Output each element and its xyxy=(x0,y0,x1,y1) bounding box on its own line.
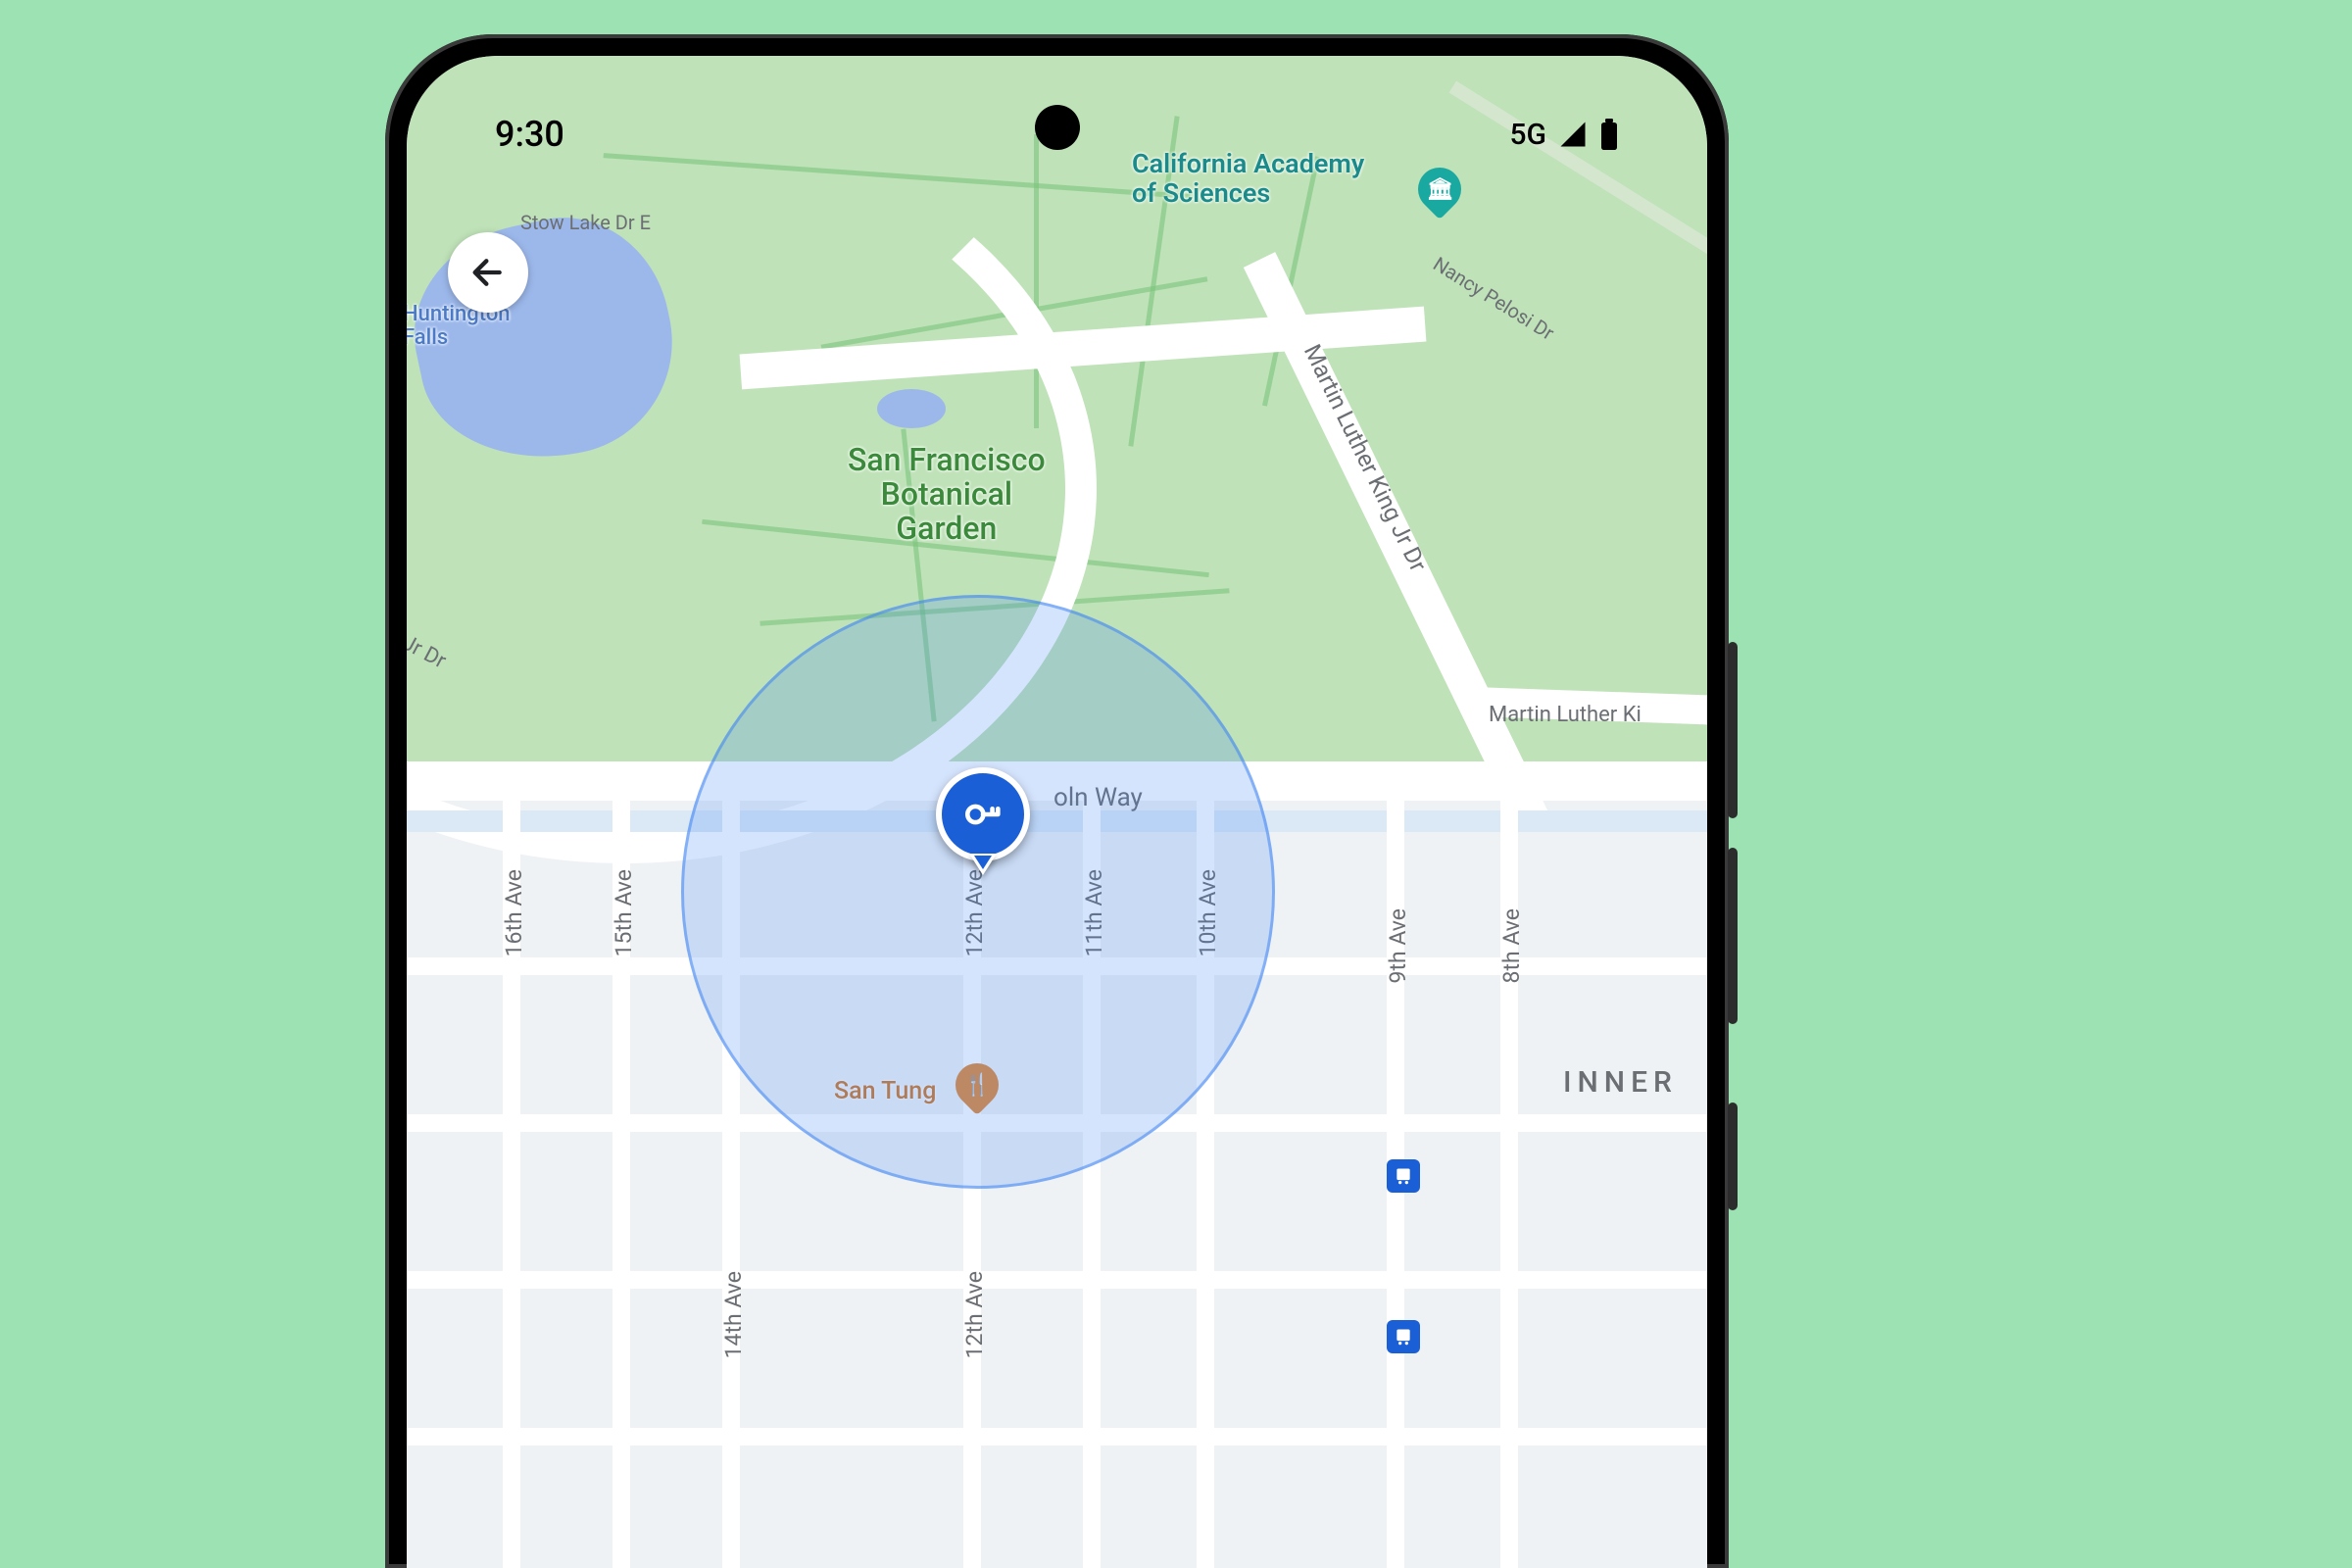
key-icon xyxy=(960,792,1005,837)
ave14-label: 14th Ave xyxy=(720,1271,747,1358)
volume-down-button[interactable] xyxy=(1728,848,1738,1024)
bus-icon xyxy=(1394,1327,1413,1347)
ave12b-label: 12th Ave xyxy=(961,1271,988,1358)
transit-stop-2[interactable] xyxy=(1387,1320,1420,1353)
cross-3 xyxy=(407,1271,1707,1289)
ave9-label: 9th Ave xyxy=(1385,908,1411,983)
back-button[interactable] xyxy=(448,232,528,313)
phone-frame: San Francisco Botanical Garden Californi… xyxy=(385,34,1729,1568)
park-label: San Francisco Botanical Garden xyxy=(848,443,1046,547)
status-time: 9:30 xyxy=(495,114,564,155)
battery-icon xyxy=(1599,119,1619,150)
network-label: 5G xyxy=(1510,118,1547,152)
stow-lake-label: Stow Lake Dr E xyxy=(520,211,651,234)
power-button[interactable] xyxy=(1728,1102,1738,1210)
ave15-label: 15th Ave xyxy=(611,869,637,956)
volume-up-button[interactable] xyxy=(1728,642,1738,818)
cross-4 xyxy=(407,1428,1707,1446)
ave16-label: 16th Ave xyxy=(501,869,527,956)
mlk-edge-label: Martin Luther Ki xyxy=(1489,703,1642,727)
front-camera xyxy=(1035,105,1080,150)
signal-icon xyxy=(1556,120,1590,149)
location-accuracy-circle xyxy=(681,595,1275,1189)
stage: San Francisco Botanical Garden Californi… xyxy=(0,0,2352,1568)
bus-icon xyxy=(1394,1166,1413,1186)
ave8-label: 8th Ave xyxy=(1498,908,1525,983)
ave-8 xyxy=(1500,761,1518,1568)
arrow-left-icon xyxy=(468,253,508,292)
map-view[interactable]: San Francisco Botanical Garden Californi… xyxy=(407,56,1707,1568)
museum-icon: 🏛 xyxy=(1426,177,1453,202)
status-right: 5G xyxy=(1510,118,1620,152)
transit-stop-1[interactable] xyxy=(1387,1159,1420,1193)
area-label: INNER xyxy=(1563,1065,1678,1100)
phone-screen: San Francisco Botanical Garden Californi… xyxy=(407,56,1707,1568)
location-marker[interactable] xyxy=(936,767,1030,861)
